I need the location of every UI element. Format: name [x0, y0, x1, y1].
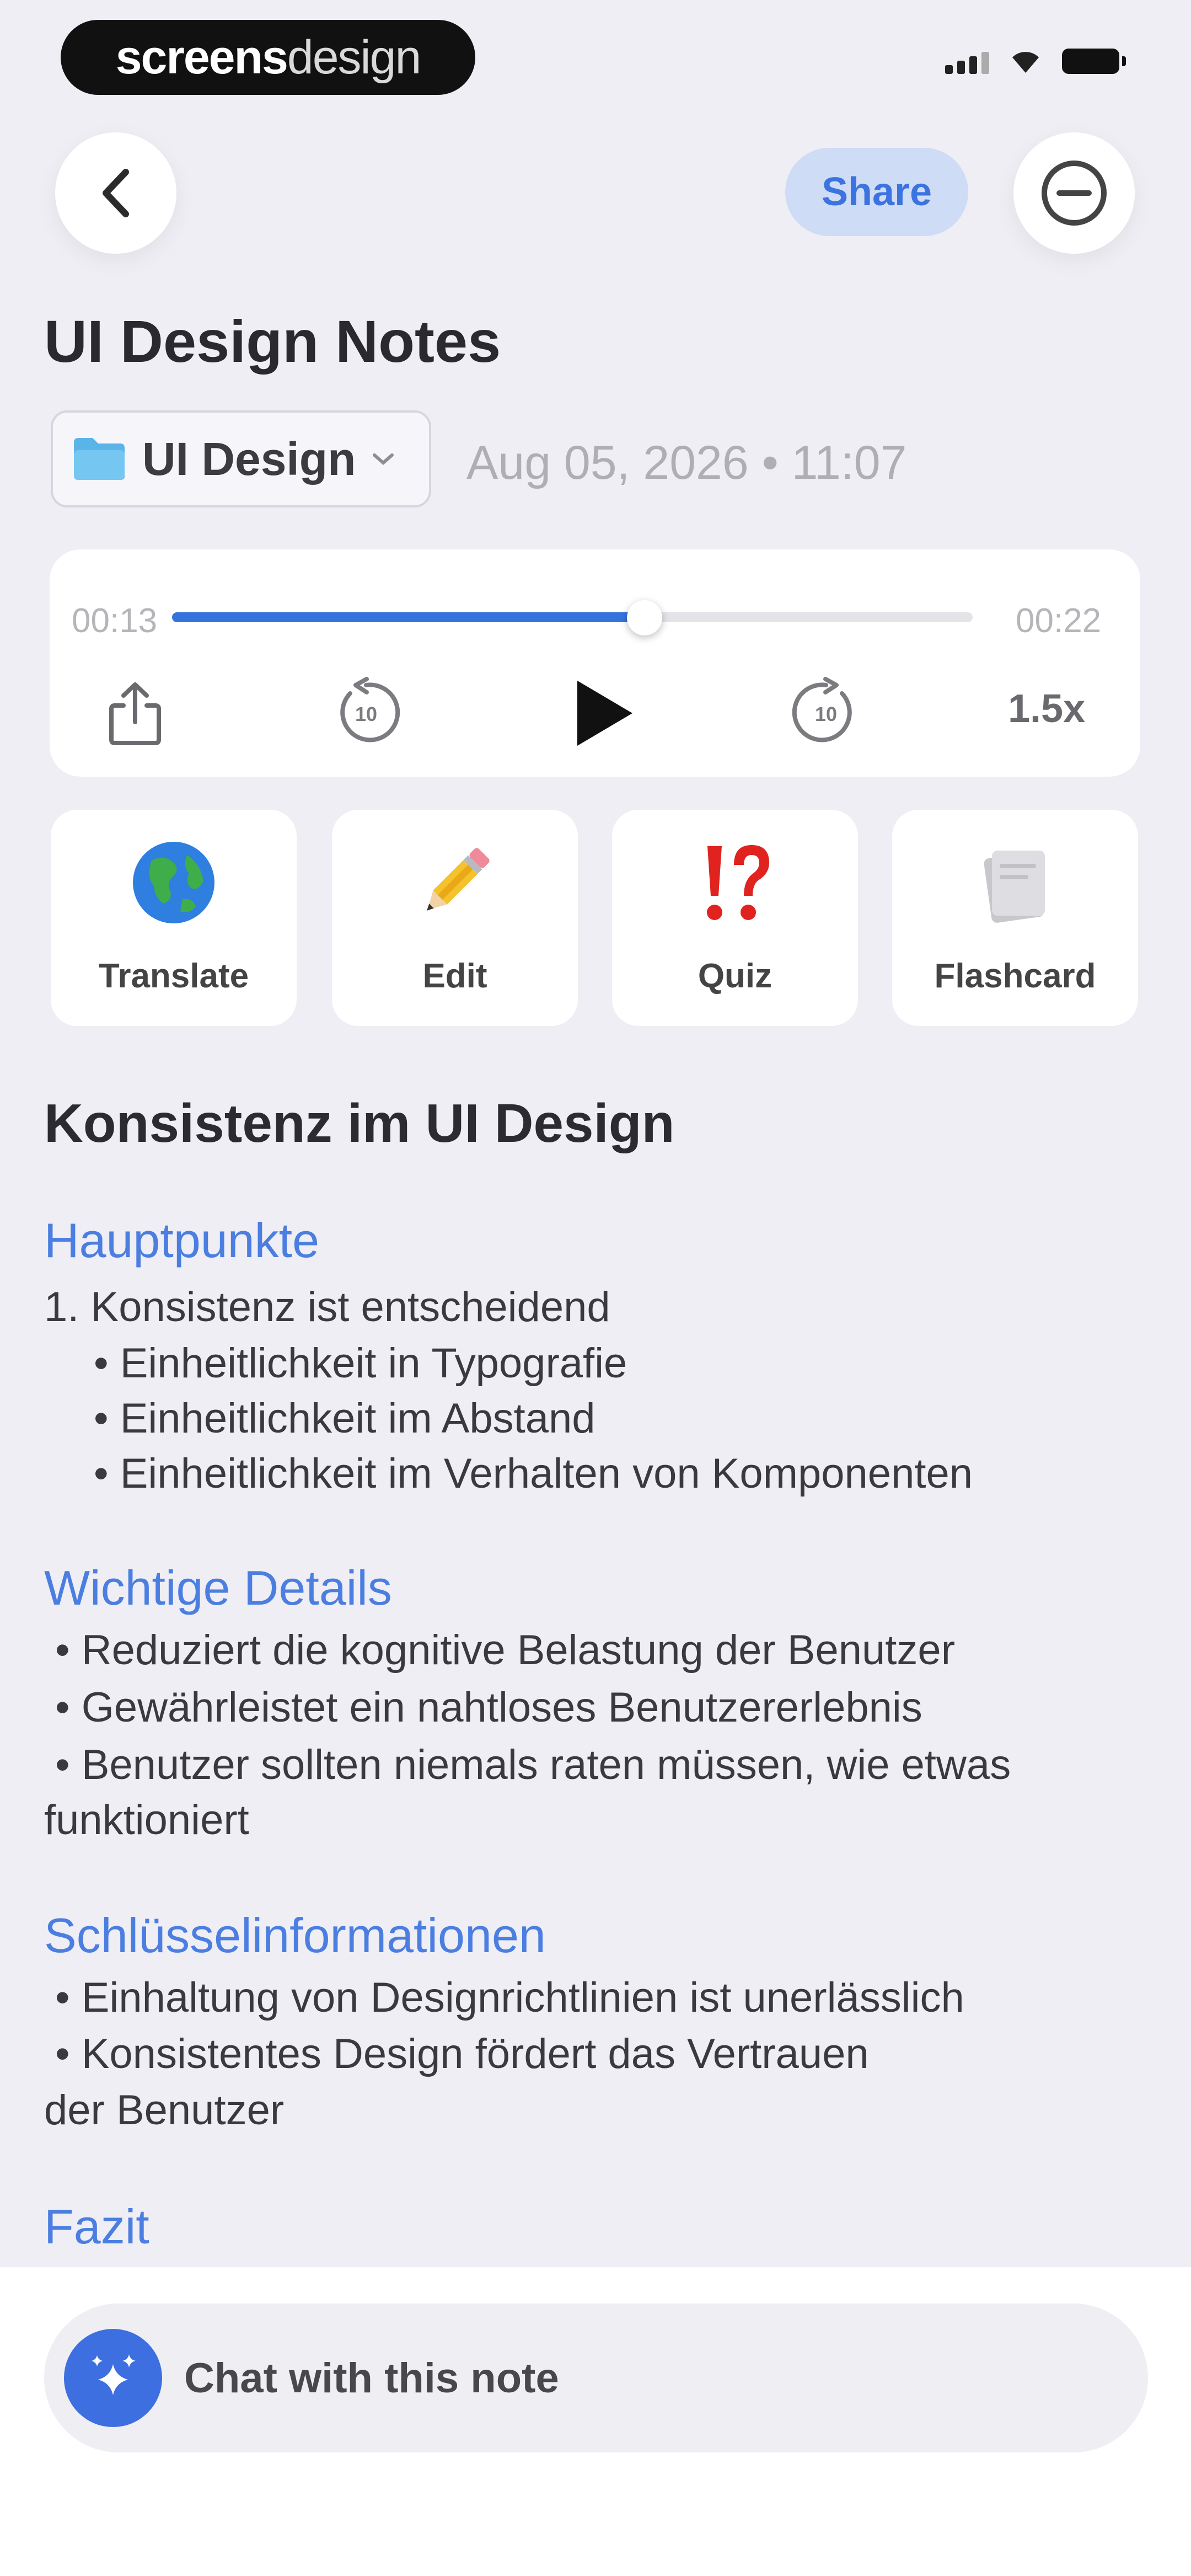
skip-back-label: 10 [355, 703, 377, 725]
list-item: • Einheitlichkeit in Typografie [94, 1340, 627, 1387]
chevron-left-icon [103, 169, 129, 217]
sparkles-icon [92, 2354, 136, 2395]
wifi-icon [1012, 52, 1039, 73]
list-item: • Einhaltung von Designrichtlinien ist u… [55, 1974, 964, 2021]
list-item: • Benutzer sollten niemals raten müssen,… [55, 1741, 1011, 1788]
note-date: Aug 05, 2026 • 11:07 [466, 436, 907, 489]
list-item: • Konsistentes Design fördert das Vertra… [55, 2030, 869, 2077]
exclamation-question-icon [707, 845, 769, 920]
skip-forward-label: 10 [815, 703, 837, 725]
flashcard-label: Flashcard [934, 957, 1096, 995]
chevron-down-icon [373, 453, 394, 465]
section-title: Hauptpunkte [44, 1213, 320, 1268]
share-icon [109, 682, 161, 745]
list-item: • Reduziert die kognitive Belastung der … [55, 1627, 955, 1674]
battery-icon [1062, 49, 1126, 74]
play-icon [577, 681, 632, 746]
brand-part-1: screens [115, 30, 288, 84]
chat-icon-circle [64, 2329, 162, 2427]
section-title: Schlüsselinformationen [44, 1908, 546, 1963]
brand-watermark: screens design [61, 20, 475, 95]
folder-icon [74, 438, 125, 480]
folder-label: UI Design [142, 432, 356, 485]
export-button[interactable] [99, 677, 171, 749]
rewind-10-icon: 10 [340, 677, 400, 742]
skip-back-button[interactable]: 10 [329, 675, 404, 750]
list-item-continuation: funktioniert [44, 1797, 249, 1843]
list-item: • Einheitlichkeit im Abstand [94, 1395, 596, 1442]
elapsed-time: 00:13 [72, 602, 158, 640]
signal-icon [945, 52, 989, 74]
flashcard-card[interactable]: Flashcard [892, 810, 1138, 1026]
more-button[interactable] [1013, 132, 1135, 254]
list-item: • Gewährleistet ein nahtloses Benutzerer… [55, 1684, 922, 1731]
progress-track[interactable] [172, 612, 973, 622]
status-icons [945, 49, 1126, 74]
chat-with-note-button[interactable]: Chat with this note [44, 2304, 1148, 2452]
content-heading: Konsistenz im UI Design [44, 1093, 675, 1153]
list-item: • Einheitlichkeit im Verhalten von Kompo… [94, 1450, 973, 1497]
edit-label: Edit [422, 957, 487, 995]
list-item: 1. Konsistenz ist entscheidend [44, 1284, 610, 1330]
progress-thumb[interactable] [626, 600, 662, 635]
pencil-icon [427, 848, 490, 911]
quiz-card[interactable]: Quiz [612, 810, 858, 1026]
section-title: Wichtige Details [44, 1560, 392, 1615]
back-button[interactable] [55, 132, 176, 254]
folder-selector[interactable]: UI Design [51, 410, 431, 507]
edit-card[interactable]: Edit [332, 810, 578, 1026]
progress-fill [172, 612, 645, 622]
playback-speed-button[interactable]: 1.5x [1008, 686, 1085, 731]
forward-10-icon: 10 [792, 677, 852, 742]
play-button[interactable] [562, 672, 645, 755]
skip-forward-button[interactable]: 10 [788, 675, 863, 750]
share-button[interactable]: Share [785, 148, 968, 236]
total-time: 00:22 [1016, 602, 1102, 640]
brand-part-2: design [287, 30, 421, 84]
globe-icon [133, 842, 214, 923]
section-title: Fazit [44, 2199, 149, 2254]
quiz-label: Quiz [698, 957, 772, 995]
chat-label: Chat with this note [184, 2354, 559, 2402]
cards-icon [984, 851, 1045, 923]
translate-card[interactable]: Translate [51, 810, 297, 1026]
list-item-continuation: der Benutzer [44, 2087, 285, 2134]
minus-circle-icon [1042, 161, 1107, 226]
note-title: UI Design Notes [44, 308, 501, 375]
translate-label: Translate [98, 957, 249, 995]
